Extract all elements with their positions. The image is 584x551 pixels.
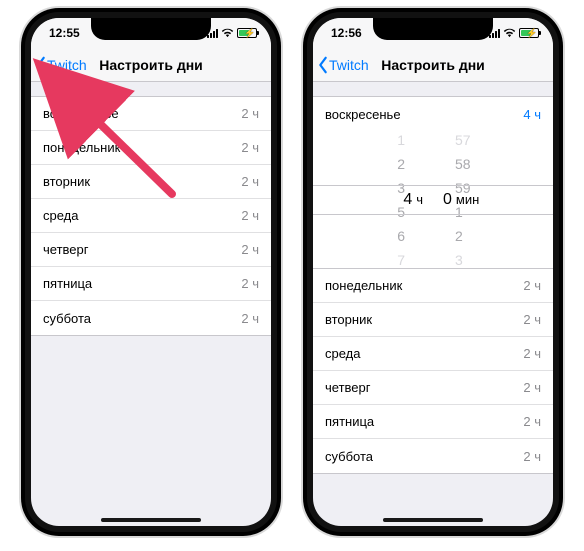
day-value: 2 ч [523,278,541,293]
back-button[interactable]: Twitch [317,56,369,74]
chevron-left-icon [317,56,329,74]
day-name: четверг [325,380,371,395]
back-label: Twitch [47,57,87,73]
day-row[interactable]: пятница 2 ч [313,405,553,439]
day-row[interactable]: суббота 2 ч [313,439,553,473]
day-name: понедельник [325,278,402,293]
day-row[interactable]: четверг 2 ч [31,233,271,267]
page-title: Настроить дни [381,57,485,73]
expanded-row-group: воскресенье 4 ч [313,96,553,131]
days-list: понедельник 2 ч вторник 2 ч среда 2 ч четве… [313,269,553,474]
home-indicator[interactable] [101,518,201,522]
wifi-icon [221,28,234,38]
day-value: 2 ч [523,414,541,429]
nav-bar: Twitch Настроить дни [313,48,553,82]
day-value: 2 ч [241,174,259,189]
day-name: пятница [325,414,374,429]
day-name: воскресенье [325,107,401,122]
day-value: 2 ч [241,140,259,155]
day-name: вторник [325,312,372,327]
notch [373,18,493,40]
day-value: 2 ч [523,312,541,327]
day-row[interactable]: понедельник 2 ч [313,269,553,303]
phone-left: 12:55 ⚡ Twitch Настроить дни воскресенье… [21,8,281,536]
day-value: 2 ч [241,106,259,121]
day-value: 2 ч [523,380,541,395]
nav-bar: Twitch Настроить дни [31,48,271,82]
day-row[interactable]: среда 2 ч [313,337,553,371]
day-value: 2 ч [241,311,259,326]
back-label: Twitch [329,57,369,73]
day-value: 2 ч [241,276,259,291]
back-button[interactable]: Twitch [35,56,87,74]
time-picker[interactable]: 1 2 3 5 6 7 57 58 59 1 2 3 4ч 0мин [313,131,553,269]
chevron-left-icon [35,56,47,74]
day-row[interactable]: пятница 2 ч [31,267,271,301]
home-indicator[interactable] [383,518,483,522]
battery-icon: ⚡ [237,28,257,38]
day-name: четверг [43,242,89,257]
day-row-expanded[interactable]: воскресенье 4 ч [313,97,553,131]
day-name: суббота [43,311,91,326]
day-name: суббота [325,449,373,464]
picker-selection: 4ч 0мин [313,185,553,215]
battery-icon: ⚡ [519,28,539,38]
day-row[interactable]: суббота 2 ч [31,301,271,335]
day-row[interactable]: вторник 2 ч [313,303,553,337]
wifi-icon [503,28,516,38]
page-title: Настроить дни [99,57,203,73]
phone-right: 12:56 ⚡ Twitch Настроить дни воскресенье… [303,8,563,536]
day-row[interactable]: четверг 2 ч [313,371,553,405]
day-value: 2 ч [241,242,259,257]
notch [91,18,211,40]
day-value: 2 ч [523,449,541,464]
day-value: 2 ч [241,208,259,223]
day-value: 2 ч [523,346,541,361]
annotation-arrow [72,104,182,219]
day-name: среда [325,346,361,361]
day-name: пятница [43,276,92,291]
day-value: 4 ч [523,107,541,122]
